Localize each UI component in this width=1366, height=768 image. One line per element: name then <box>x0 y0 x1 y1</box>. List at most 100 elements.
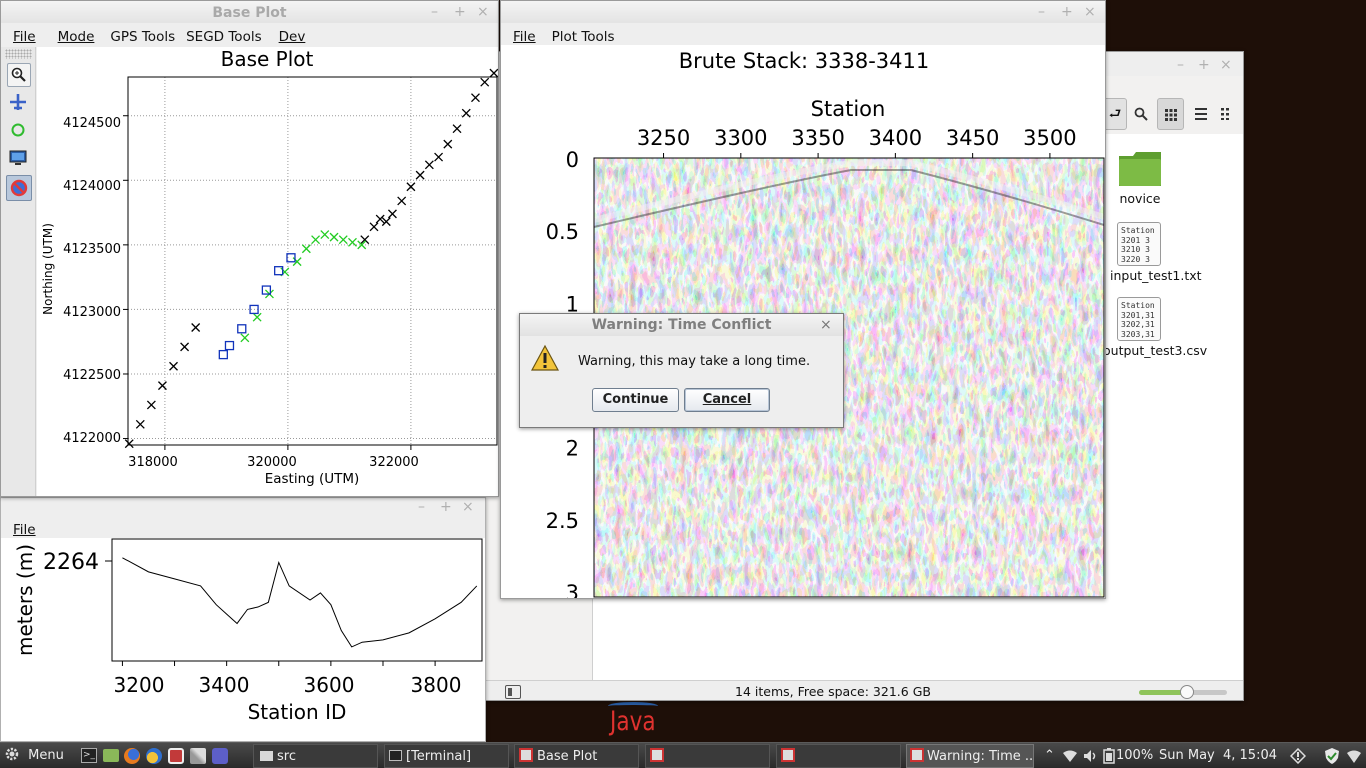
station-marker <box>124 439 134 449</box>
zoom-slider-handle[interactable] <box>1180 685 1195 699</box>
dialog-titlebar: Warning: Time Conflict <box>520 314 843 336</box>
clock[interactable]: Sun May 4, 15:04 <box>1159 744 1277 767</box>
elevation-menubar: File <box>1 516 485 538</box>
base-plot-titlebar: Base Plot <box>1 1 498 25</box>
minimize-icon[interactable]: – <box>418 499 425 515</box>
sidebar-toggle-icon <box>508 688 512 696</box>
x-ticks: 3250 3300 3350 3400 3450 3500 <box>637 126 1077 150</box>
maximize-icon[interactable]: + <box>454 4 466 20</box>
firefox-icon[interactable] <box>124 748 140 764</box>
warning-icon <box>530 344 560 371</box>
x-tick-marks <box>121 661 436 666</box>
base-plot-window: Base Plot – + × File Mode GPS Tools SEGD To… <box>0 0 499 497</box>
elevation-window: – + × File 2264 meters (m) 3200 3400 360… <box>0 497 486 742</box>
terminal-icon[interactable]: >_ <box>81 748 97 763</box>
menu-file[interactable]: File <box>1 23 46 45</box>
no-entry-tool-button[interactable] <box>6 175 32 201</box>
station-marker <box>338 235 348 245</box>
station-marker <box>489 68 498 78</box>
compact-view-button[interactable] <box>1215 98 1239 130</box>
text-file-icon: Station 3201,31 3202,31 3203,31 <box>1117 297 1161 341</box>
maximize-icon[interactable]: + <box>1061 4 1073 20</box>
menu-gps-tools[interactable]: GPS Tools <box>104 26 180 45</box>
menu-plot-tools[interactable]: Plot Tools <box>546 26 620 45</box>
base-plot-area: Base Plot 318000 320000 322000 4124500 4… <box>37 47 498 496</box>
taskbar-window-base-plot[interactable]: Base Plot <box>514 744 639 768</box>
sidebar-toggle-button[interactable] <box>505 685 521 699</box>
search-icon <box>1134 107 1148 121</box>
station-marker <box>480 77 490 87</box>
taskbar-window-java-2[interactable] <box>776 744 901 768</box>
menu-file[interactable]: File <box>501 23 546 45</box>
taskbar-window-terminal[interactable]: [Terminal] <box>384 744 509 768</box>
taskbar-window-src[interactable]: src <box>253 744 378 768</box>
start-menu-button[interactable]: Menu <box>4 744 66 768</box>
tray-arrow-icon[interactable]: ⌃ <box>1044 744 1055 767</box>
java-app-icon <box>650 748 664 762</box>
zoom-tool-button[interactable] <box>7 63 31 87</box>
close-icon[interactable]: × <box>477 4 489 20</box>
update-manager-icon[interactable] <box>1290 748 1306 764</box>
station-marker <box>146 400 156 410</box>
x-axis-label: Easting (UTM) <box>265 471 360 487</box>
list-view-button[interactable] <box>1189 98 1213 130</box>
menu-mode[interactable]: Mode <box>46 23 105 45</box>
station-marker <box>424 160 434 170</box>
app-icon[interactable] <box>212 748 228 764</box>
system-tray: ⌃ 100% Sun May 4, 15:04 <box>1040 744 1366 768</box>
station-marker <box>224 340 235 351</box>
y-tick-label: 4123000 <box>63 305 121 320</box>
minimize-icon[interactable]: – <box>431 4 438 20</box>
thunderbird-icon[interactable] <box>146 748 162 764</box>
status-text: 14 items, Free space: 321.6 GB <box>735 684 931 699</box>
station-marker <box>237 324 247 334</box>
station-marker <box>135 419 145 429</box>
file-item[interactable]: Station 3201,31 3202,31 3203,31 output_t… <box>1101 297 1231 359</box>
dialog-message: Warning, this may take a long time. <box>578 354 811 369</box>
search-button[interactable] <box>1129 98 1153 130</box>
chart-title: Base Plot <box>221 47 314 71</box>
continue-button[interactable]: Continue <box>592 388 679 412</box>
go-back-button[interactable]: ⮐ <box>1103 98 1127 130</box>
wifi-icon[interactable] <box>1062 749 1078 763</box>
folder-item[interactable]: novice <box>1107 150 1173 210</box>
go-back-icon: ⮐ <box>1108 106 1122 122</box>
station-marker <box>218 349 228 360</box>
circle-tool-button[interactable] <box>7 119 31 143</box>
taskbar-window-java-1[interactable] <box>645 744 770 768</box>
elevation-line <box>122 557 478 648</box>
maximize-icon[interactable]: + <box>440 499 452 515</box>
menu-file[interactable]: File <box>1 516 46 538</box>
minimize-icon[interactable]: – <box>1177 57 1184 73</box>
close-icon[interactable]: × <box>462 499 474 515</box>
close-icon[interactable]: × <box>1220 57 1232 73</box>
x-tick-label: 3600 <box>304 673 355 697</box>
maximize-icon[interactable]: + <box>1198 57 1210 73</box>
airplane-tool-button[interactable] <box>7 91 31 115</box>
battery-icon[interactable] <box>1103 748 1115 764</box>
tools-icon[interactable] <box>190 748 206 764</box>
shield-icon[interactable] <box>1324 747 1340 765</box>
screenshot-icon[interactable] <box>168 748 184 764</box>
warning-dialog: Warning: Time Conflict × Warning, this m… <box>519 313 844 428</box>
grid-view-icon <box>1165 109 1177 121</box>
minimize-icon[interactable]: – <box>1038 4 1045 20</box>
menu-dev[interactable]: Dev <box>267 23 316 45</box>
cancel-button[interactable]: Cancel <box>684 388 770 412</box>
station-marker <box>434 152 444 162</box>
files-icon[interactable] <box>103 749 119 762</box>
network-icon[interactable] <box>1346 748 1362 764</box>
taskbar-window-warning[interactable]: Warning: Time ... <box>906 744 1034 768</box>
x-tick-label: 3350 <box>791 126 844 150</box>
y-tick-label: 4124000 <box>63 179 121 194</box>
x-tick-label: 3450 <box>946 126 999 150</box>
menu-segd-tools[interactable]: SEGD Tools <box>180 26 267 45</box>
file-item[interactable]: Station 3201 3 3210 3 3220 3 input_test1… <box>1101 222 1211 284</box>
monitor-tool-button[interactable] <box>7 147 31 171</box>
volume-icon[interactable] <box>1083 749 1099 763</box>
chart-title: Brute Stack: 3338-3411 <box>679 49 930 73</box>
close-icon[interactable]: × <box>820 317 832 333</box>
zoom-slider[interactable] <box>1139 685 1227 699</box>
close-icon[interactable]: × <box>1084 4 1096 20</box>
grid-view-button[interactable] <box>1157 98 1184 130</box>
